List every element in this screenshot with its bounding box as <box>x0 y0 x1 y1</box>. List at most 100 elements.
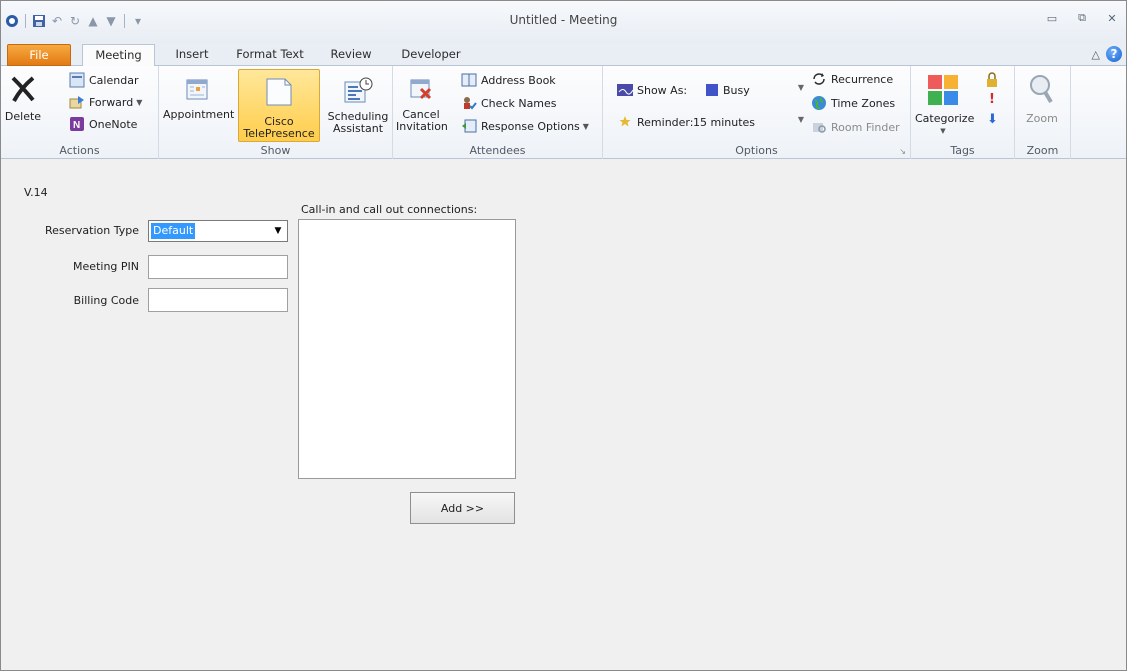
reservation-type-select[interactable]: Default ▼ <box>148 220 288 242</box>
forward-button[interactable]: Forward ▼ <box>69 94 142 110</box>
onenote-label: OneNote <box>89 117 138 131</box>
busy-color-swatch <box>706 84 718 96</box>
onenote-icon: N <box>69 116 85 132</box>
show-as-icon <box>617 82 633 98</box>
forward-label: Forward <box>89 95 134 109</box>
appointment-icon <box>186 79 208 100</box>
group-label-zoom: Zoom <box>1026 144 1059 157</box>
private-lock-icon[interactable] <box>985 72 999 91</box>
version-label: V.14 <box>24 186 48 199</box>
cancel-invitation-icon <box>410 79 432 100</box>
forward-dropdown-icon[interactable]: ▼ <box>136 98 142 107</box>
group-label-tags: Tags <box>950 144 975 157</box>
scheduling-label-line2: Assistant <box>332 122 384 135</box>
restore-icon[interactable]: ⧉ <box>1074 11 1090 25</box>
ribbon: Delete Calendar Forward ▼ N OneNote Acti… <box>1 66 1126 159</box>
high-importance-icon[interactable]: ! <box>989 92 995 107</box>
options-dialog-launcher-icon[interactable]: ↘ <box>899 147 906 156</box>
appointment-label: Appointment <box>163 108 235 121</box>
group-show: Appointment Cisco TelePresence Schedulin… <box>159 66 393 159</box>
group-options: Show As: Busy ▼ Reminder: 15 minutes ▼ R… <box>603 66 911 159</box>
forward-icon <box>69 94 85 110</box>
onenote-button[interactable]: N OneNote <box>69 116 137 132</box>
reminder-label-group: Reminder: <box>617 114 693 130</box>
meeting-pin-label: Meeting PIN <box>73 260 139 273</box>
ribbon-right-controls: △ ? <box>1092 46 1122 62</box>
tab-review[interactable]: Review <box>323 44 379 66</box>
show-as-value: Busy <box>723 83 750 97</box>
response-options-button[interactable]: Response Options ▼ <box>461 118 589 134</box>
response-options-icon <box>461 118 477 134</box>
recurrence-button[interactable]: Recurrence <box>811 71 893 87</box>
group-actions: Delete Calendar Forward ▼ N OneNote Acti… <box>1 66 159 159</box>
tab-insert[interactable]: Insert <box>167 44 217 66</box>
response-options-dropdown-icon[interactable]: ▼ <box>583 122 589 131</box>
time-zones-button[interactable]: Time Zones <box>811 95 895 111</box>
delete-label: Delete <box>4 110 42 123</box>
magnifier-icon <box>1030 75 1053 104</box>
zoom-label: Zoom <box>1026 112 1058 125</box>
reminder-dropdown-icon[interactable]: ▼ <box>798 115 804 124</box>
help-icon[interactable]: ? <box>1106 46 1122 62</box>
close-icon[interactable]: ✕ <box>1104 11 1120 25</box>
room-finder-button[interactable]: Room Finder <box>811 119 900 135</box>
show-as-select[interactable]: Busy ▼ <box>703 80 807 100</box>
meeting-window: ↶ ↻ ▲ ▼ ▾ Untitled - Meeting ▭ ⧉ ✕ File … <box>0 0 1127 671</box>
show-as-label-group: Show As: <box>617 82 687 98</box>
recurrence-icon <box>811 71 827 87</box>
time-zones-label: Time Zones <box>831 96 896 110</box>
tab-meeting[interactable]: Meeting <box>82 44 155 67</box>
window-controls: ▭ ⧉ ✕ <box>1044 11 1120 25</box>
appointment-button[interactable]: Appointment <box>163 76 235 121</box>
minimize-icon[interactable]: ▭ <box>1044 11 1060 25</box>
tab-format-text[interactable]: Format Text <box>229 44 311 66</box>
categorize-dropdown-icon[interactable]: ▼ <box>915 125 971 137</box>
address-book-button[interactable]: Address Book <box>461 72 556 88</box>
reminder-label: Reminder: <box>637 115 694 129</box>
address-book-icon <box>461 72 477 88</box>
tab-file[interactable]: File <box>7 44 71 66</box>
cisco-label-line2: TelePresence <box>243 127 315 140</box>
show-as-dropdown-icon[interactable]: ▼ <box>798 83 804 92</box>
telepresence-form: V.14 Reservation Type Default ▼ Meeting … <box>1 160 1126 670</box>
categorize-button[interactable]: Categorize ▼ <box>915 74 975 137</box>
window-title: Untitled - Meeting <box>509 13 618 27</box>
reservation-type-value: Default <box>151 223 196 239</box>
reminder-bell-icon <box>617 114 633 130</box>
callin-connections-label: Call-in and call out connections: <box>301 203 478 216</box>
cisco-telepresence-button[interactable]: Cisco TelePresence <box>238 69 320 142</box>
billing-code-field[interactable] <box>148 288 288 312</box>
address-book-label: Address Book <box>481 73 556 87</box>
check-names-label: Check Names <box>481 96 557 110</box>
room-finder-label: Room Finder <box>831 120 900 134</box>
tab-developer[interactable]: Developer <box>391 44 471 66</box>
check-names-icon <box>461 95 477 111</box>
recurrence-label: Recurrence <box>831 72 894 86</box>
categorize-icon <box>928 75 958 105</box>
group-tags: Categorize ▼ ! ⬇ Tags <box>911 66 1015 159</box>
delete-icon <box>11 76 35 102</box>
zoom-button[interactable]: Zoom <box>1019 74 1065 125</box>
low-importance-icon[interactable]: ⬇ <box>987 112 998 127</box>
reminder-select[interactable]: 15 minutes ▼ <box>690 112 807 132</box>
categorize-label: Categorize <box>915 112 975 125</box>
minimize-ribbon-icon[interactable]: △ <box>1092 48 1100 61</box>
check-names-button[interactable]: Check Names <box>461 95 557 111</box>
scheduling-assistant-button[interactable]: Scheduling Assistant <box>325 76 391 135</box>
calendar-icon <box>69 72 85 88</box>
add-connection-button[interactable]: Add >> <box>410 492 515 524</box>
callin-connections-list[interactable] <box>298 219 516 479</box>
meeting-pin-field[interactable] <box>148 255 288 279</box>
reservation-type-dropdown-icon[interactable]: ▼ <box>270 222 286 240</box>
group-attendees: Cancel Invitation Address Book Check Nam… <box>393 66 603 159</box>
group-label-show: Show <box>260 144 291 157</box>
ribbon-tabs: File Meeting Insert Format Text Review D… <box>1 43 1126 67</box>
response-options-label: Response Options <box>481 119 580 133</box>
delete-button[interactable]: Delete <box>4 74 42 123</box>
cancel-label-line2: Invitation <box>396 120 448 133</box>
reservation-type-label: Reservation Type <box>44 224 139 237</box>
calendar-button[interactable]: Calendar <box>69 72 138 88</box>
reminder-value: 15 minutes <box>693 115 756 129</box>
show-as-label: Show As: <box>637 83 688 97</box>
cancel-invitation-button[interactable]: Cancel Invitation <box>396 76 448 133</box>
